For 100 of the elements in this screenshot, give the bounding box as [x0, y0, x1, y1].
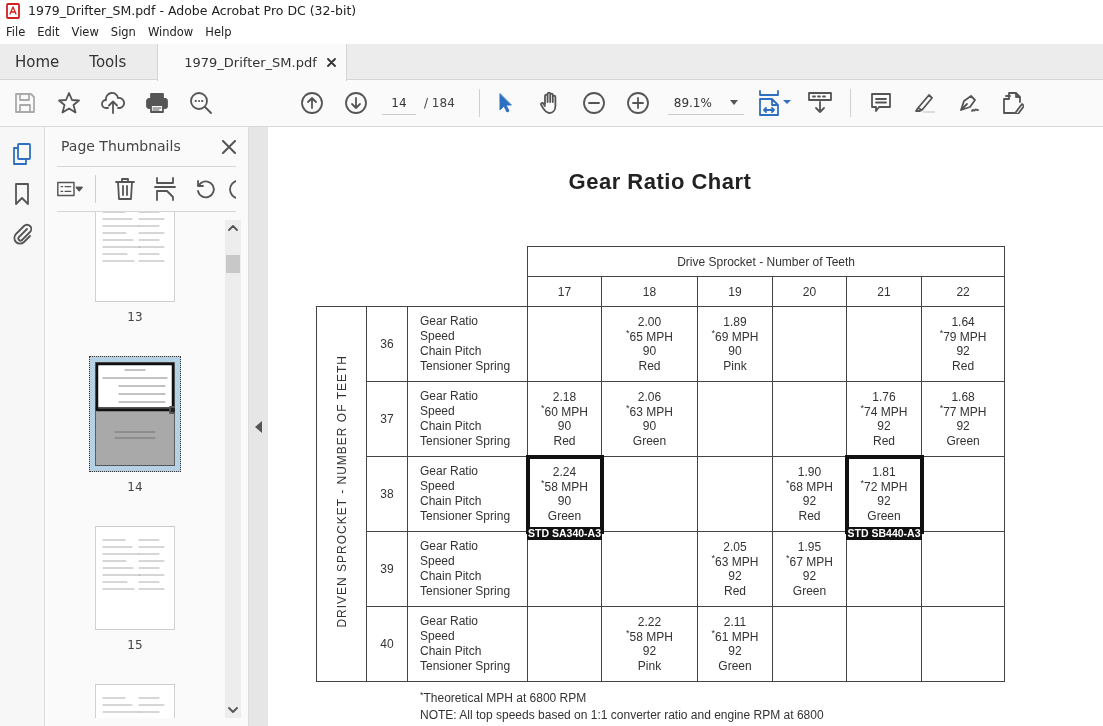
row-header: 40 — [366, 606, 408, 682]
arrow-down-icon[interactable] — [344, 91, 368, 115]
selected-thumbnail-frame[interactable] — [89, 356, 181, 472]
pen-sign-icon[interactable] — [957, 92, 980, 114]
trash-icon[interactable] — [114, 177, 137, 201]
column-header: 21 — [846, 276, 922, 307]
paperclip-icon[interactable] — [12, 223, 32, 245]
menu-item[interactable]: Sign — [104, 24, 142, 42]
chain-pitch-value: 90 — [556, 419, 573, 434]
page-number-field[interactable]: 14 — [382, 91, 416, 115]
speed-value: $^{*}$58 MPH — [540, 479, 589, 494]
gear-ratio-value: 1.95 — [796, 540, 823, 555]
row-header: 38 — [366, 456, 408, 532]
cloud-upload-icon[interactable] — [101, 92, 125, 114]
chain-pitch-value: 92 — [641, 644, 658, 659]
speed-value: $^{*}$79 MPH — [938, 329, 988, 344]
footnote: NOTE: All top speeds based on 1:1 converter ratio and engine RPM at 6800 — [420, 707, 825, 724]
menu-item[interactable]: Window — [141, 24, 200, 42]
column-header: 17 — [527, 276, 602, 307]
arrow-up-icon[interactable] — [300, 91, 324, 115]
gear-ratio-value: 2.18 — [551, 390, 578, 405]
row-label: Speed — [420, 404, 456, 419]
zoom-field[interactable]: 89.1% — [667, 91, 744, 115]
row-label: Speed — [420, 554, 456, 569]
bookmark-icon[interactable] — [14, 183, 30, 205]
spring-color-value: Green — [546, 508, 583, 523]
tab[interactable]: Tools — [74, 44, 142, 80]
spring-color-value: Red — [552, 433, 577, 448]
spring-color-value: Green — [791, 583, 828, 598]
gear-ratio-value: 2.00 — [636, 315, 663, 330]
pdf-app-icon — [6, 3, 20, 19]
caret-icon — [729, 100, 738, 105]
gear-ratio-value: 1.90 — [796, 465, 823, 480]
tab[interactable]: Home — [0, 44, 75, 80]
speed-value: $^{*}$63 MPH — [625, 404, 674, 419]
close-icon[interactable] — [222, 139, 236, 154]
comment-icon[interactable] — [869, 92, 892, 114]
column-group-header: Drive Sprocket - Number of Teeth — [527, 246, 1005, 277]
spring-color-value: Pink — [636, 658, 663, 673]
gear-ratio-value: 2.24 — [551, 465, 578, 480]
row-header: 37 — [366, 381, 408, 457]
panel-title: Page Thumbnails — [61, 137, 181, 156]
extract-pages-icon[interactable] — [154, 177, 176, 201]
row-label: Tensioner Spring — [420, 359, 512, 374]
chain-pitch-value: 92 — [955, 419, 971, 434]
chain-pitch-value: 92 — [801, 569, 818, 584]
column-header: 19 — [697, 276, 773, 307]
search-icon[interactable] — [189, 91, 213, 115]
highlighter-icon[interactable] — [913, 92, 936, 114]
chain-pitch-value: 92 — [727, 569, 743, 584]
gear-ratio-value: 2.11 — [722, 615, 748, 630]
print-icon[interactable] — [146, 92, 168, 114]
row-label: Tensioner Spring — [420, 659, 512, 674]
column-header: 18 — [601, 276, 698, 307]
row-group-label: DRIVEN SPROCKET - NUMBER OF TEETH — [333, 355, 350, 628]
zoom-out-icon[interactable] — [581, 91, 606, 115]
edit-pdf-icon[interactable] — [1001, 92, 1024, 114]
row-label: Chain Pitch — [420, 344, 483, 359]
row-header: 39 — [366, 531, 408, 607]
scroll-down-icon[interactable] — [228, 707, 238, 714]
close-icon[interactable] — [326, 58, 336, 67]
row-label: Tensioner Spring — [420, 584, 512, 599]
menu-item[interactable]: File — [0, 24, 32, 42]
menu-item[interactable]: Edit — [31, 24, 66, 42]
gear-ratio-value: 1.64 — [950, 315, 976, 330]
column-header: 22 — [921, 276, 1005, 307]
scroll-thumb[interactable] — [226, 255, 240, 273]
gear-ratio-value: 1.89 — [722, 315, 748, 330]
row-header: 36 — [366, 306, 408, 382]
row-label: Tensioner Spring — [420, 434, 512, 449]
menu-item[interactable]: Help — [199, 24, 238, 42]
chain-pitch-value: 90 — [727, 344, 743, 359]
row-label: Chain Pitch — [420, 419, 483, 434]
window-title: 1979_Drifter_SM.pdf - Adobe Acrobat Pro DC (32-bit) — [28, 1, 357, 20]
fit-page-icon[interactable] — [757, 90, 792, 116]
speed-value: $^{*}$68 MPH — [785, 479, 834, 494]
speed-value: $^{*}$63 MPH — [710, 554, 760, 569]
menu-item[interactable]: View — [65, 24, 105, 42]
pages-icon[interactable] — [12, 143, 32, 165]
list-options-icon[interactable] — [57, 180, 83, 198]
chain-pitch-value: 92 — [727, 644, 743, 659]
scroll-up-icon[interactable] — [228, 224, 238, 231]
speed-value: $^{*}$72 MPH — [859, 479, 909, 494]
spring-color-value: Pink — [722, 358, 748, 373]
page-number-label: 15 — [127, 637, 143, 654]
tab[interactable]: 1979_Drifter_SM.pdf — [157, 44, 347, 81]
star-icon[interactable] — [57, 91, 81, 115]
chain-pitch-value: 90 — [556, 494, 573, 509]
scroll-mode-icon[interactable] — [807, 91, 832, 115]
gear-ratio-value: 1.76 — [871, 390, 897, 405]
row-label: Chain Pitch — [420, 644, 483, 659]
gear-ratio-value: 1.81 — [871, 465, 897, 480]
speed-value: $^{*}$65 MPH — [625, 329, 674, 344]
zoom-in-icon[interactable] — [625, 91, 650, 115]
spring-color-value: Green — [717, 658, 753, 673]
chain-pitch-value: 92 — [955, 344, 971, 359]
spring-color-value: Red — [797, 508, 822, 523]
page-thumbnail-drawing[interactable] — [95, 362, 175, 466]
collapse-arrow-icon[interactable] — [255, 420, 262, 433]
speed-value: $^{*}$60 MPH — [540, 404, 589, 419]
